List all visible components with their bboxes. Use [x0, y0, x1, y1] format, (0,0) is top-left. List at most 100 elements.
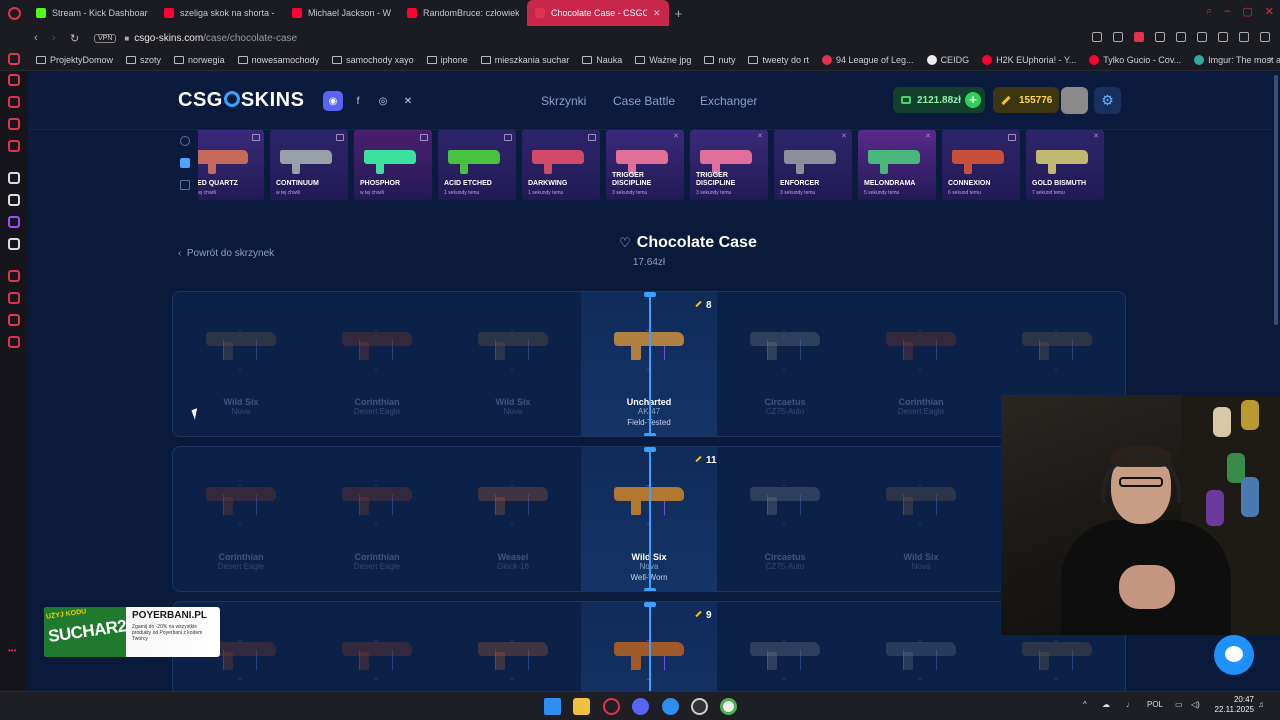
language-indicator[interactable]: POL — [1147, 700, 1163, 709]
bookmark-item[interactable]: szoty — [126, 55, 161, 65]
shield-icon[interactable] — [1155, 32, 1165, 42]
back-to-cases-link[interactable]: ‹ Powrót do skrzynek — [178, 248, 274, 259]
tiktok-icon[interactable] — [8, 172, 20, 184]
browser-tab[interactable]: Michael Jackson - W — [284, 0, 399, 26]
browser-tab[interactable]: szeliga skok na shorta - Y — [156, 0, 284, 26]
aria-icon[interactable] — [8, 53, 20, 65]
bookmark-item[interactable]: norwegia — [174, 55, 225, 65]
nav-skrzynki[interactable]: Skrzynki — [541, 94, 586, 108]
bookmark-item[interactable]: nuty — [704, 55, 735, 65]
chatgpt-icon[interactable] — [8, 194, 20, 206]
url-field[interactable]: csgo-skins.com/case/chocolate-case — [134, 33, 297, 44]
live-drop-card[interactable]: ✕ TRIGGER DISCIPLINE 3 sekundy temu — [606, 130, 684, 200]
drop-close-icon[interactable]: ✕ — [840, 133, 848, 141]
extensions-icon[interactable] — [1197, 32, 1207, 42]
x-social-icon[interactable] — [8, 238, 20, 250]
tray-chevron-icon[interactable]: ^ — [1083, 700, 1087, 709]
bookmarks-more-icon[interactable]: › — [1269, 54, 1272, 65]
site-logo[interactable]: CSG SKINS — [178, 89, 304, 112]
adblock-icon[interactable] — [1134, 32, 1144, 42]
messenger-taskbar-icon[interactable] — [662, 698, 679, 715]
discord-taskbar-icon[interactable] — [632, 698, 649, 715]
bookmark-item[interactable]: samochody xayo — [332, 55, 414, 65]
chat-icon[interactable] — [8, 314, 20, 326]
new-tab-button[interactable]: + — [675, 6, 683, 21]
mic-icon[interactable]: ♩ — [1126, 700, 1134, 709]
bookmark-item[interactable]: iphone — [426, 55, 468, 65]
nav-case-battle[interactable]: Case Battle — [613, 94, 675, 108]
start-icon[interactable] — [544, 698, 561, 715]
more-icon[interactable]: ••• — [8, 646, 20, 658]
download-icon[interactable] — [1239, 32, 1249, 42]
close-window-icon[interactable]: ✕ — [1265, 5, 1274, 18]
clock-filter-icon[interactable] — [180, 136, 190, 146]
network-icon[interactable]: ▭ — [1175, 700, 1183, 709]
bookmark-item[interactable]: nowesamochody — [237, 55, 319, 65]
bookmark-item[interactable]: CEIDG — [926, 55, 969, 65]
bookmark-item[interactable]: Imgur: The most a... — [1194, 55, 1280, 65]
screenshot-icon[interactable] — [1113, 32, 1123, 42]
twitch-icon[interactable] — [8, 216, 20, 228]
share-icon[interactable] — [1218, 32, 1228, 42]
live-drop-card[interactable]: CONTINUUM w tej chwili — [270, 130, 348, 200]
bookmark-item[interactable]: tweety do rt — [748, 55, 809, 65]
vpn-badge[interactable]: VPN — [94, 33, 117, 43]
opera-taskbar-icon[interactable] — [603, 698, 620, 715]
thumbs-up-filter-icon[interactable] — [180, 158, 190, 168]
bookmark-item[interactable]: 94 League of Leg... — [821, 55, 914, 65]
clock[interactable]: 20:47 22.11.2025 — [1206, 695, 1254, 715]
drop-book-icon[interactable] — [252, 134, 260, 141]
menu-icon[interactable] — [1260, 32, 1270, 42]
clock-icon[interactable] — [8, 292, 20, 304]
bookmark-item[interactable]: H2K EUphoria! - Y... — [982, 55, 1076, 65]
settings-button[interactable]: ⚙ — [1094, 87, 1121, 114]
nav-exchanger[interactable]: Exchanger — [700, 94, 757, 108]
bag-icon[interactable] — [8, 96, 20, 108]
volume-icon[interactable]: ◁) — [1191, 700, 1200, 709]
history-icon[interactable] — [8, 74, 20, 86]
pin-icon[interactable] — [1092, 32, 1102, 42]
coins-display[interactable]: 155776 — [993, 87, 1059, 113]
chrome-taskbar-icon[interactable] — [720, 698, 737, 715]
live-drop-card[interactable]: ✕ ENFORCER 3 sekundy temu — [774, 130, 852, 200]
bookmark-item[interactable]: Tylko Gucio - Cov... — [1089, 55, 1181, 65]
discord-icon[interactable]: ◉ — [323, 91, 343, 111]
live-drop-card[interactable]: ACID ETCHED 1 sekundy temu — [438, 130, 516, 200]
forward-icon[interactable]: › — [52, 32, 70, 44]
drop-close-icon[interactable]: ✕ — [672, 133, 680, 141]
drop-book-icon[interactable] — [420, 134, 428, 141]
x-twitter-icon[interactable]: ✕ — [398, 91, 418, 111]
browser-tab[interactable]: Chocolate Case - CSGO- ✕ — [527, 0, 669, 26]
drop-book-icon[interactable] — [336, 134, 344, 141]
bookmark-item[interactable]: ProjektyDomow — [36, 55, 113, 65]
bookmark-item[interactable]: mieszkania suchar — [480, 55, 569, 65]
live-chat-button[interactable] — [1214, 635, 1254, 675]
browser-tab[interactable]: RandomBruce: człowiek - — [399, 0, 527, 26]
live-drop-card[interactable]: RED QUARTZ w tej chwili — [198, 130, 264, 200]
maximize-icon[interactable]: ▢ — [1242, 5, 1252, 18]
search-tabs-icon[interactable]: ⌕ — [1206, 5, 1212, 18]
bookmark-item[interactable]: Ważne jpg — [635, 55, 691, 65]
drop-book-icon[interactable] — [1008, 134, 1016, 141]
back-icon[interactable]: ‹ — [34, 32, 52, 44]
live-drop-card[interactable]: DARKWING 1 sekundy temu — [522, 130, 600, 200]
heart-icon[interactable] — [1176, 32, 1186, 42]
drop-book-icon[interactable] — [588, 134, 596, 141]
tab-close-icon[interactable]: ✕ — [653, 8, 661, 19]
star-filter-icon[interactable] — [180, 180, 190, 190]
live-drop-card[interactable]: CONNEXION 6 sekund temu — [942, 130, 1020, 200]
obs-taskbar-icon[interactable] — [691, 698, 708, 715]
drop-book-icon[interactable] — [504, 134, 512, 141]
balance-display[interactable]: 2121.88zł + — [893, 87, 985, 113]
player-icon[interactable] — [8, 140, 20, 152]
minimize-icon[interactable]: – — [1224, 5, 1230, 18]
file-explorer-icon[interactable] — [573, 698, 590, 715]
browser-tab[interactable]: Stream - Kick Dashboard — [28, 0, 156, 26]
bookmark-item[interactable]: Nauka — [582, 55, 622, 65]
live-drop-card[interactable]: ✕ MELONDRAMA 5 sekundy temu — [858, 130, 936, 200]
drop-close-icon[interactable]: ✕ — [1092, 133, 1100, 141]
avatar[interactable] — [1061, 87, 1088, 114]
live-drop-card[interactable]: ✕ TRIGGER DISCIPLINE 3 sekundy temu — [690, 130, 768, 200]
drop-close-icon[interactable]: ✕ — [756, 133, 764, 141]
instagram-icon[interactable]: ◎ — [373, 91, 393, 111]
